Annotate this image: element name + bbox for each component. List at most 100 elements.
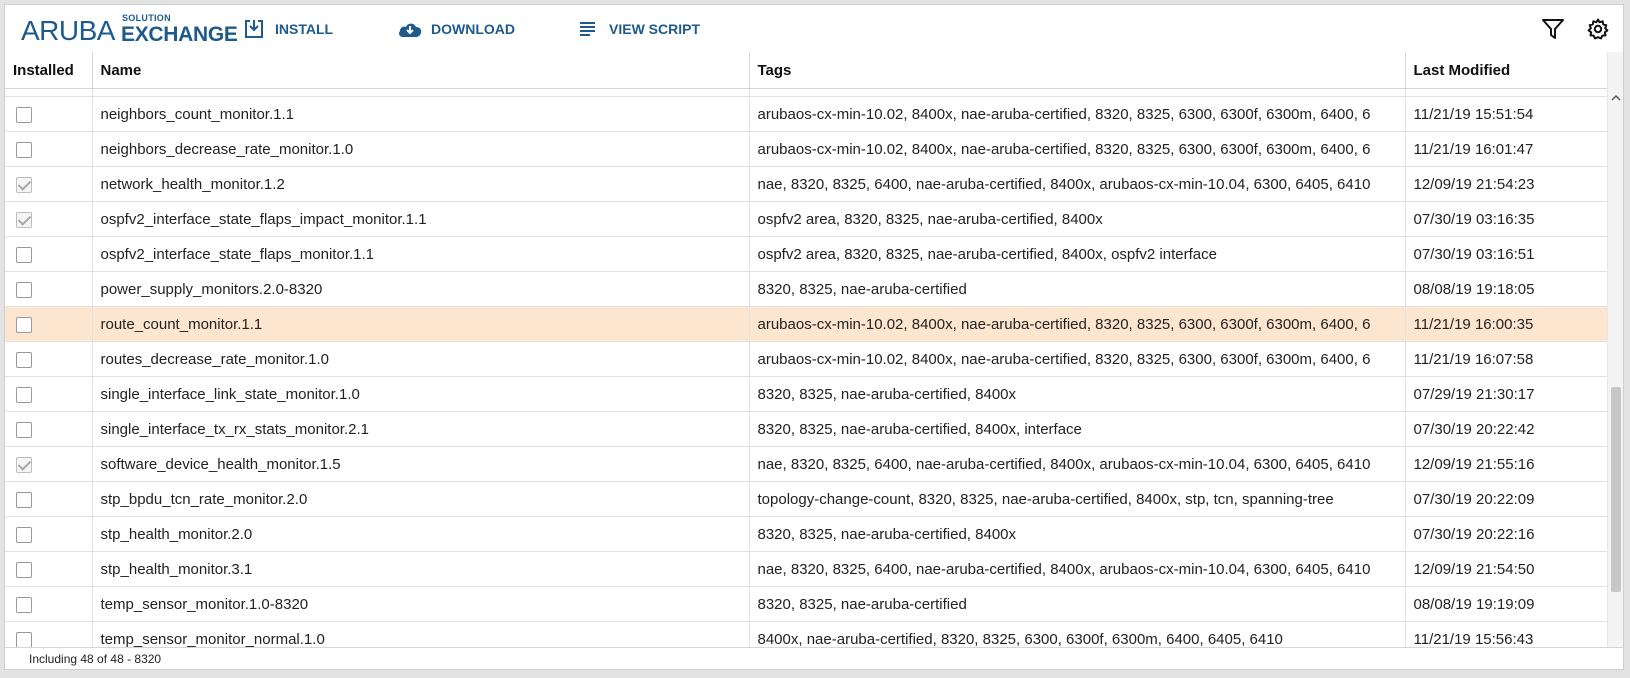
script-name-cell: stp_health_monitor.3.1 (92, 551, 750, 587)
installed-cell (5, 236, 93, 272)
last-modified-cell: 12/09/19 21:54:23 (1405, 166, 1607, 202)
tags-cell: 8320, 8325, nae-aruba-certified, 8400x, … (749, 411, 1406, 447)
script-name-cell: power_supply_monitors.2.0-8320 (92, 271, 750, 307)
settings-button[interactable] (1583, 15, 1613, 43)
installed-checkbox[interactable] (16, 596, 32, 613)
script-name-cell: neighbors_count_monitor.1.1 (92, 96, 750, 132)
installed-checkbox[interactable] (16, 526, 32, 543)
installed-checkbox[interactable] (16, 211, 32, 228)
vertical-scrollbar[interactable] (1607, 52, 1623, 653)
installed-checkbox[interactable] (16, 491, 32, 508)
download-cloud-icon (397, 17, 423, 41)
tags-cell: 8320, 8325, nae-aruba-certified (749, 271, 1406, 307)
installed-cell (5, 166, 93, 202)
script-name-cell: stp_health_monitor.2.0 (92, 516, 750, 552)
download-label: DOWNLOAD (431, 21, 515, 37)
table-row[interactable]: power_supply_monitors.2.0-8320 8320, 8325… (5, 271, 1607, 307)
tags-cell: ospfv2 area, 8320, 8325, nae-aruba-certi… (749, 201, 1406, 237)
table-row[interactable]: stp_health_monitor.2.0 8320, 8325, nae-ar… (5, 516, 1607, 552)
installed-checkbox[interactable] (16, 176, 32, 193)
table-row[interactable]: ospfv2_interface_state_flaps_monitor.1.1… (5, 236, 1607, 272)
table-row-partial (5, 88, 1607, 97)
table-row[interactable]: route_count_monitor.1.1 arubaos-cx-min-10… (5, 306, 1607, 342)
last-modified-cell: 11/21/19 16:07:58 (1405, 341, 1607, 377)
installed-checkbox[interactable] (16, 456, 32, 473)
installed-cell (5, 516, 93, 552)
script-name-cell: network_health_monitor.1.2 (92, 166, 750, 202)
last-modified-cell: 07/29/19 21:30:17 (1405, 376, 1607, 412)
tags-cell: 8320, 8325, nae-aruba-certified, 8400x (749, 516, 1406, 552)
table-row[interactable]: single_interface_link_state_monitor.1.0 8… (5, 376, 1607, 412)
tags-cell: arubaos-cx-min-10.02, 8400x, nae-aruba-c… (749, 96, 1406, 132)
table-row[interactable]: neighbors_decrease_rate_monitor.1.0 aruba… (5, 131, 1607, 167)
installed-cell (5, 306, 93, 342)
install-button[interactable]: INSTALL (241, 16, 333, 42)
script-name-cell: neighbors_decrease_rate_monitor.1.0 (92, 131, 750, 167)
installed-cell (5, 481, 93, 517)
column-header-last-modified[interactable]: Last Modified (1405, 52, 1607, 89)
script-name-cell: routes_decrease_rate_monitor.1.0 (92, 341, 750, 377)
installed-checkbox[interactable] (16, 421, 32, 438)
table-row[interactable]: software_device_health_monitor.1.5 nae, 8… (5, 446, 1607, 482)
installed-cell (5, 201, 93, 237)
installed-cell (5, 131, 93, 167)
last-modified-cell: 07/30/19 20:22:42 (1405, 411, 1607, 447)
script-name-cell: single_interface_link_state_monitor.1.0 (92, 376, 750, 412)
filter-funnel-icon (1542, 19, 1564, 39)
installed-checkbox[interactable] (16, 561, 32, 578)
last-modified-cell: 11/21/19 15:51:54 (1405, 96, 1607, 132)
table-row[interactable]: stp_bpdu_tcn_rate_monitor.2.0 topology-ch… (5, 481, 1607, 517)
installed-checkbox[interactable] (16, 351, 32, 368)
table-row[interactable]: single_interface_tx_rx_stats_monitor.2.1… (5, 411, 1607, 447)
table-row[interactable]: stp_health_monitor.3.1 nae, 8320, 8325, 6… (5, 551, 1607, 587)
table-header-row: Installed Name Tags Last Modified (5, 52, 1607, 89)
last-modified-cell: 12/09/19 21:55:16 (1405, 446, 1607, 482)
tags-cell: nae, 8320, 8325, 6400, nae-aruba-certifi… (749, 446, 1406, 482)
column-header-installed[interactable]: Installed (5, 52, 93, 89)
installed-cell (5, 341, 93, 377)
install-icon (241, 17, 267, 41)
app-window: ARUBA SOLUTION EXCHANGE INSTALL DOWNLOAD (4, 4, 1624, 670)
download-button[interactable]: DOWNLOAD (397, 16, 515, 42)
installed-checkbox[interactable] (16, 386, 32, 403)
script-name-cell: software_device_health_monitor.1.5 (92, 446, 750, 482)
scrollbar-thumb[interactable] (1611, 387, 1621, 592)
installed-checkbox[interactable] (16, 631, 32, 648)
installed-checkbox[interactable] (16, 106, 32, 123)
tags-cell: arubaos-cx-min-10.02, 8400x, nae-aruba-c… (749, 306, 1406, 342)
tags-cell: 8320, 8325, nae-aruba-certified, 8400x (749, 376, 1406, 412)
column-header-name[interactable]: Name (92, 52, 750, 89)
view-script-button[interactable]: VIEW SCRIPT (575, 16, 700, 42)
status-bar: Including 48 of 48 - 8320 (5, 647, 1623, 669)
status-text: Including 48 of 48 - 8320 (29, 651, 162, 666)
table-row[interactable]: network_health_monitor.1.2 nae, 8320, 832… (5, 166, 1607, 202)
installed-cell (5, 586, 93, 622)
logo-solution-text: SOLUTION (122, 13, 171, 23)
table-row[interactable]: routes_decrease_rate_monitor.1.0 arubaos-… (5, 341, 1607, 377)
last-modified-cell: 11/21/19 16:01:47 (1405, 131, 1607, 167)
table-row[interactable]: neighbors_count_monitor.1.1 arubaos-cx-mi… (5, 96, 1607, 132)
installed-checkbox[interactable] (16, 316, 32, 333)
last-modified-cell: 12/09/19 21:54:50 (1405, 551, 1607, 587)
script-name-cell: stp_bpdu_tcn_rate_monitor.2.0 (92, 481, 750, 517)
tags-cell: nae, 8320, 8325, 6400, nae-aruba-certifi… (749, 551, 1406, 587)
filter-button[interactable] (1538, 15, 1568, 43)
column-header-tags[interactable]: Tags (749, 52, 1406, 89)
tags-cell: arubaos-cx-min-10.02, 8400x, nae-aruba-c… (749, 341, 1406, 377)
table-row[interactable]: temp_sensor_monitor.1.0-8320 8320, 8325, … (5, 586, 1607, 622)
installed-cell (5, 446, 93, 482)
toolbar: ARUBA SOLUTION EXCHANGE INSTALL DOWNLOAD (5, 5, 1623, 53)
scroll-up-arrow-icon[interactable] (1611, 94, 1621, 102)
last-modified-cell: 08/08/19 19:18:05 (1405, 271, 1607, 307)
last-modified-cell: 11/21/19 16:00:35 (1405, 306, 1607, 342)
list-lines-icon (575, 17, 601, 41)
table-row[interactable]: ospfv2_interface_state_flaps_impact_moni… (5, 201, 1607, 237)
installed-checkbox[interactable] (16, 281, 32, 298)
installed-checkbox[interactable] (16, 246, 32, 263)
tags-cell: 8320, 8325, nae-aruba-certified (749, 586, 1406, 622)
installed-checkbox[interactable] (16, 141, 32, 158)
script-name-cell: route_count_monitor.1.1 (92, 306, 750, 342)
gear-icon (1587, 18, 1609, 40)
tags-cell: topology-change-count, 8320, 8325, nae-a… (749, 481, 1406, 517)
tags-cell: arubaos-cx-min-10.02, 8400x, nae-aruba-c… (749, 131, 1406, 167)
